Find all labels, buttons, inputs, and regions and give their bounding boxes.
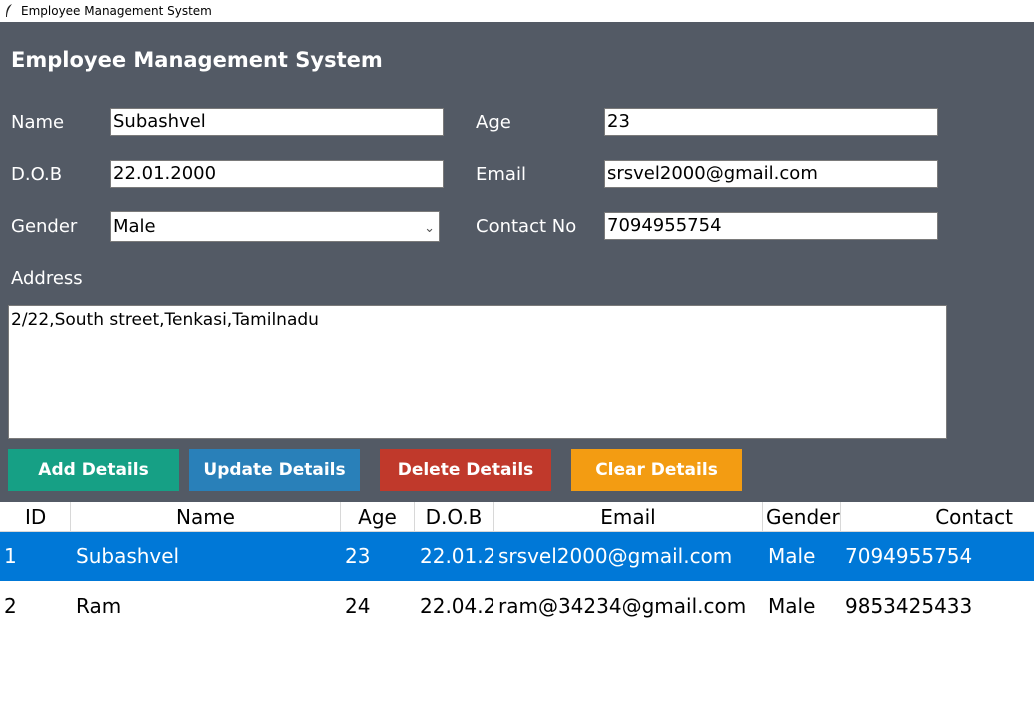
cell-name: Ram [76, 594, 122, 618]
column-header-gender[interactable]: Gender [763, 502, 841, 532]
dob-field[interactable]: 22.01.2000 [110, 160, 444, 188]
add-details-button[interactable]: Add Details [8, 449, 179, 491]
dob-label: D.O.B [11, 164, 63, 185]
cell-name: Subashvel [76, 544, 180, 568]
table-row[interactable]: 2 Ram 24 22.04.2 ram@34234@gmail.com Mal… [0, 582, 1034, 631]
window-title: Employee Management System [21, 4, 212, 18]
clear-details-button[interactable]: Clear Details [571, 449, 742, 491]
table-row[interactable]: 1 Subashvel 23 22.01.2 srsvel2000@gmail.… [0, 532, 1034, 581]
cell-gender: Male [768, 544, 816, 568]
column-header-contact[interactable]: Contact [841, 502, 1034, 532]
cell-gender: Male [768, 594, 816, 618]
cell-contact: 7094955754 [845, 544, 973, 568]
chevron-down-icon[interactable]: ⌄ [424, 214, 435, 241]
employee-table: ID Name Age D.O.B Email Gender Contact 1… [0, 502, 1034, 726]
feather-icon [6, 4, 12, 17]
column-header-id[interactable]: ID [0, 502, 71, 532]
cell-contact: 9853425433 [845, 594, 973, 618]
name-label: Name [11, 112, 65, 133]
column-header-name[interactable]: Name [71, 502, 341, 532]
gender-select-value: Male [113, 216, 156, 237]
column-header-dob[interactable]: D.O.B [415, 502, 494, 532]
name-field[interactable]: Subashvel [110, 108, 444, 136]
contact-field[interactable]: 7094955754 [604, 212, 938, 240]
employee-form: Employee Management System Name Subashve… [0, 22, 1034, 502]
cell-dob: 22.01.2 [420, 544, 493, 568]
cell-id: 1 [4, 544, 17, 568]
cell-age: 24 [345, 594, 371, 618]
column-header-email[interactable]: Email [494, 502, 763, 532]
cell-dob: 22.04.2 [420, 594, 493, 618]
delete-details-button[interactable]: Delete Details [380, 449, 551, 491]
cell-age: 23 [345, 544, 371, 568]
gender-label: Gender [11, 216, 78, 237]
address-textarea[interactable]: 2/22,South street,Tenkasi,Tamilnadu [8, 305, 947, 439]
form-heading: Employee Management System [11, 48, 383, 72]
age-field[interactable]: 23 [604, 108, 938, 136]
age-label: Age [476, 112, 511, 133]
update-details-button[interactable]: Update Details [189, 449, 360, 491]
cell-email: ram@34234@gmail.com [498, 594, 747, 618]
title-bar: Employee Management System [0, 0, 1034, 22]
email-label: Email [476, 164, 526, 185]
cell-email: srsvel2000@gmail.com [498, 544, 733, 568]
contact-label: Contact No [476, 216, 577, 237]
cell-id: 2 [4, 594, 17, 618]
address-label: Address [11, 268, 83, 289]
gender-select[interactable]: Male ⌄ [110, 211, 440, 242]
email-field[interactable]: srsvel2000@gmail.com [604, 160, 938, 188]
column-header-age[interactable]: Age [341, 502, 415, 532]
